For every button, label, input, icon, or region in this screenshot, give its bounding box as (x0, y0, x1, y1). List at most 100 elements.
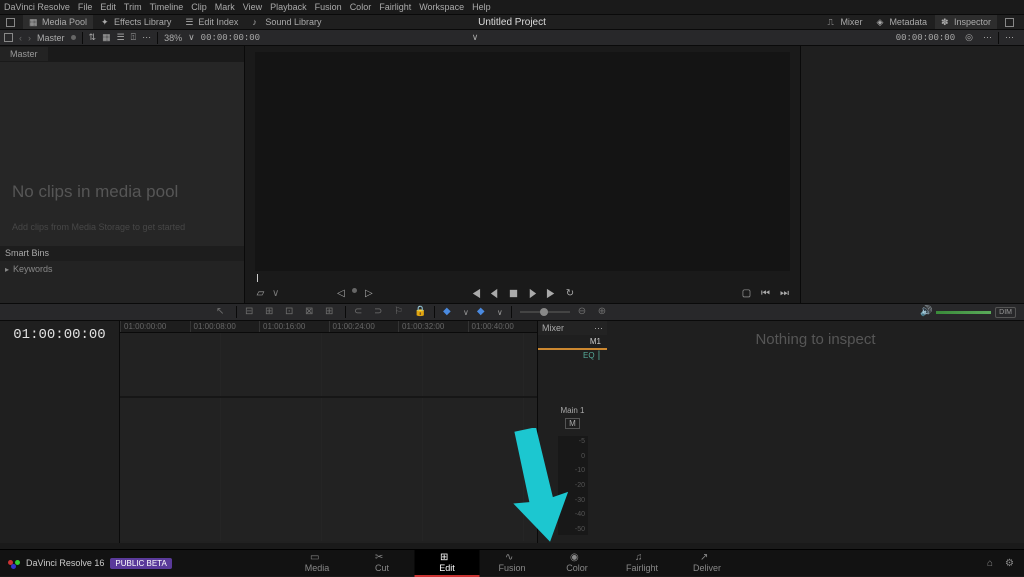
sort-icon[interactable]: ⇅ (89, 32, 97, 43)
page-tab-edit[interactable]: ⊞Edit (415, 550, 480, 577)
loop-icon[interactable]: ↻ (565, 288, 576, 299)
mixer-channel-m1[interactable]: M1 (538, 335, 607, 350)
menu-timeline[interactable]: Timeline (150, 2, 184, 12)
speaker-icon[interactable]: 🔊 (920, 306, 932, 318)
media-pool-toggle[interactable]: ▦Media Pool (23, 15, 93, 29)
color-page-icon: ◉ (570, 552, 584, 562)
timeline-toolbar: ↖ ⊟ ⊞ ⊡ ⊠ ⊞ ⊂ ⊃ ⚐ 🔒 ◆∨ ◆∨ ⊖ ⊕ 🔊 DIM (0, 303, 1024, 321)
media-pool-panel: Master No clips in media pool Add clips … (0, 46, 245, 303)
dim-button[interactable]: DIM (995, 307, 1016, 318)
zoom-in-icon[interactable]: ⊕ (598, 306, 610, 318)
no-clips-label: No clips in media pool (12, 182, 178, 202)
zoom-out-icon[interactable]: ⊖ (578, 306, 590, 318)
menu-bar: DaVinci Resolve File Edit Trim Timeline Clip M… (0, 0, 1024, 14)
edit-page-icon: ⊞ (440, 552, 454, 562)
volume-slider[interactable] (936, 311, 991, 314)
home-icon[interactable]: ⌂ (987, 558, 993, 569)
workspace-toolbar: ▦Media Pool ✦Effects Library ☰Edit Index… (0, 14, 1024, 30)
blade-tool-icon[interactable]: ⊞ (265, 306, 277, 318)
more-icon[interactable]: ⋯ (142, 32, 151, 43)
prev-frame-icon[interactable] (489, 288, 500, 299)
metadata-toggle[interactable]: ◈Metadata (870, 15, 933, 29)
sound-library-toggle[interactable]: ♪Sound Library (246, 15, 327, 29)
viewer-output[interactable] (255, 52, 790, 271)
arrow-tool-icon[interactable]: ↖ (216, 306, 228, 318)
timeline-timecode[interactable]: 01:00:00:00 (0, 321, 119, 349)
deliver-page-icon: ↗ (700, 552, 714, 562)
timeline-ruler[interactable]: 01:00:00:0001:00:08:0001:00:16:0001:00:2… (120, 321, 537, 333)
list-view-icon[interactable]: ☰ (117, 32, 125, 43)
menu-clip[interactable]: Clip (191, 2, 207, 12)
page-tab-fusion[interactable]: ∿Fusion (480, 550, 545, 577)
viewer-panel: ▱∨ ◁ ▷ ↻ ▢ ⏮ ⏭ (245, 46, 800, 303)
menu-view[interactable]: View (243, 2, 262, 12)
crop-icon[interactable]: ▱ (255, 288, 266, 299)
full-screen-icon[interactable] (999, 15, 1020, 29)
overwrite-tool-icon[interactable]: ⊠ (305, 306, 317, 318)
gang-icon[interactable]: ◎ (965, 32, 973, 43)
menu-workspace[interactable]: Workspace (419, 2, 464, 12)
mixer-mute-button[interactable]: M (565, 418, 580, 429)
smart-bin-keywords[interactable]: ▸Keywords (0, 261, 244, 277)
mixer-eq[interactable]: EQ ⎮ (538, 350, 607, 361)
mixer-panel: Mixer⋯ M1 EQ ⎮ Main 1 M -50-10-20-30-40-… (537, 321, 607, 543)
snap-icon[interactable]: ⊂ (354, 306, 366, 318)
menu-color[interactable]: Color (350, 2, 372, 12)
page-tab-deliver[interactable]: ↗Deliver (675, 550, 740, 577)
edit-index-toggle[interactable]: ☰Edit Index (179, 15, 244, 29)
first-frame-icon[interactable] (470, 288, 481, 299)
insert-tool-icon[interactable]: ⊡ (285, 306, 297, 318)
right-gap (800, 46, 1024, 303)
viewer-opts-icon[interactable]: ⋯ (983, 32, 992, 43)
next-frame-icon[interactable] (546, 288, 557, 299)
aud-marker-icon[interactable]: ◆ (477, 306, 489, 318)
fairlight-page-icon: ♫ (635, 552, 649, 562)
stop-icon[interactable] (508, 288, 519, 299)
smart-bins-header[interactable]: Smart Bins (0, 246, 244, 261)
goto-prev-icon[interactable]: ⏮ (760, 288, 771, 299)
link-icon[interactable]: ⊃ (374, 306, 386, 318)
play-icon[interactable] (527, 288, 538, 299)
bin-view-icon[interactable] (4, 33, 13, 42)
inspector-toggle[interactable]: ✽Inspector (935, 15, 997, 29)
media-pool-tab-master[interactable]: Master (0, 47, 48, 61)
grid-view-icon[interactable]: ▦ (102, 32, 111, 43)
page-tab-cut[interactable]: ✂Cut (350, 550, 415, 577)
mixer-toggle[interactable]: ⎍Mixer (821, 15, 868, 29)
trim-tool-icon[interactable]: ⊟ (245, 306, 257, 318)
flag-icon[interactable]: ⚐ (394, 306, 406, 318)
nav-next-icon[interactable]: ▷ (363, 288, 374, 299)
zoom-level[interactable]: 38% (164, 33, 182, 43)
vid-marker-icon[interactable]: ◆ (443, 306, 455, 318)
replace-tool-icon[interactable]: ⊞ (325, 306, 337, 318)
menu-help[interactable]: Help (472, 2, 491, 12)
inspector-empty-label: Nothing to inspect (755, 331, 875, 348)
menu-mark[interactable]: Mark (215, 2, 235, 12)
menu-fusion[interactable]: Fusion (315, 2, 342, 12)
page-tab-color[interactable]: ◉Color (545, 550, 610, 577)
viewer-scrubber[interactable] (255, 273, 790, 283)
inspector-panel: Nothing to inspect (607, 321, 1024, 543)
timeline-tracks[interactable]: 01:00:00:0001:00:08:0001:00:16:0001:00:2… (120, 321, 537, 543)
settings-icon[interactable]: ⚙ (1005, 558, 1014, 569)
goto-next-icon[interactable]: ⏭ (779, 288, 790, 299)
search-icon[interactable]: ⍐ (131, 32, 136, 43)
nav-prev-icon[interactable]: ◁ (335, 288, 346, 299)
menu-file[interactable]: File (78, 2, 93, 12)
menu-davinci-resolve[interactable]: DaVinci Resolve (4, 2, 70, 12)
breadcrumb-master[interactable]: Master (37, 33, 65, 43)
page-tab-fairlight[interactable]: ♫Fairlight (610, 550, 675, 577)
menu-trim[interactable]: Trim (124, 2, 142, 12)
menu-edit[interactable]: Edit (100, 2, 116, 12)
viewer-timecode: 00:00:00:00 (201, 33, 260, 43)
menu-fairlight[interactable]: Fairlight (379, 2, 411, 12)
media-pool-body[interactable]: No clips in media pool Add clips from Me… (0, 62, 244, 246)
match-frame-icon[interactable]: ▢ (741, 288, 752, 299)
layout-toggle-icon[interactable] (0, 16, 21, 29)
lock-icon[interactable]: 🔒 (414, 306, 426, 318)
effects-library-toggle[interactable]: ✦Effects Library (95, 15, 177, 29)
page-tab-media[interactable]: ▭Media (285, 550, 350, 577)
mixer-opts-icon[interactable]: ⋯ (594, 323, 603, 334)
expand-icon[interactable]: ⋯ (1005, 32, 1014, 43)
menu-playback[interactable]: Playback (270, 2, 307, 12)
